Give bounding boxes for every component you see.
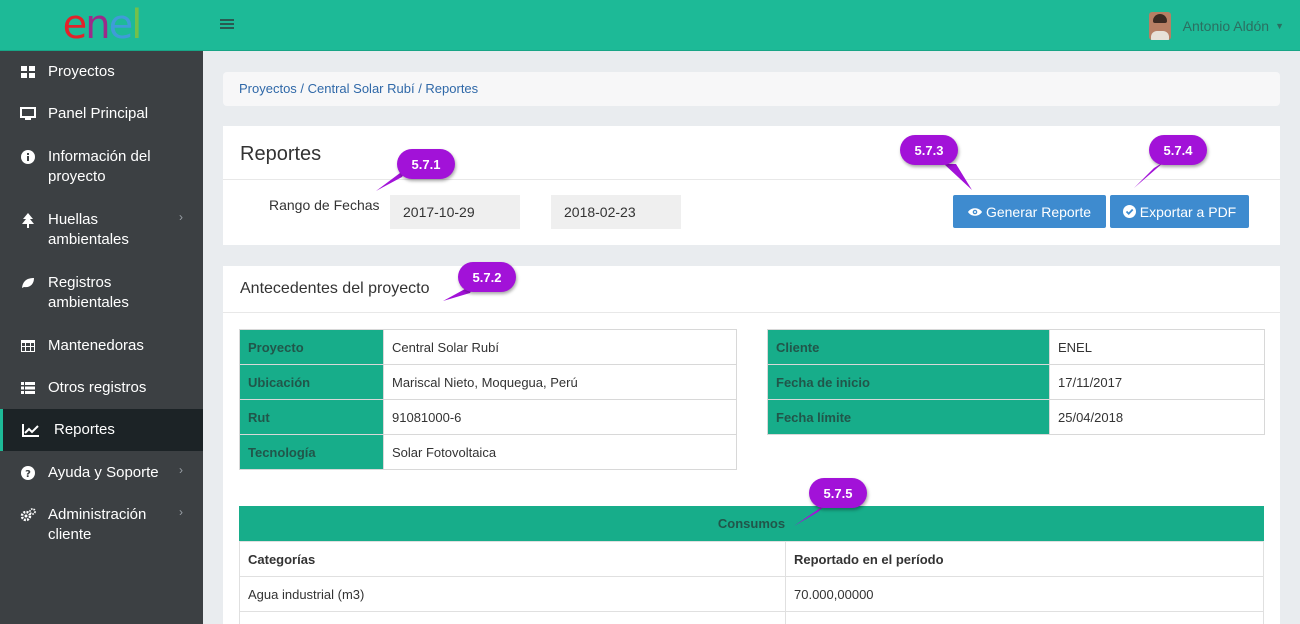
sidebar-item-label: Administración cliente [48, 506, 147, 543]
sidebar-item-label: Ayuda y Soporte [48, 464, 159, 481]
eye-icon [967, 207, 982, 217]
menu-toggle-icon[interactable] [220, 19, 234, 31]
check-circle-icon [1122, 205, 1136, 218]
sidebar-item-label: Registros ambientales [48, 274, 129, 311]
sidebar-item-registros[interactable]: Registros ambientales [0, 261, 203, 324]
table-row: Tecnología Solar Fotovoltaica [239, 434, 737, 470]
client-info-table: Cliente ENEL Fecha de inicio 17/11/2017 … [767, 329, 1265, 435]
info-value: 17/11/2017 [1049, 364, 1265, 400]
question-icon: ? [20, 465, 36, 481]
sidebar: enel Proyectos Panel Principal Informaci… [0, 0, 203, 624]
export-pdf-label: Exportar a PDF [1139, 203, 1237, 220]
info-key: Proyecto [239, 329, 384, 365]
leaf-icon [20, 275, 36, 291]
user-menu[interactable]: Antonio Aldón ▼ [1148, 12, 1284, 40]
date-from-input[interactable] [390, 195, 520, 229]
table-row [239, 611, 1264, 624]
info-value: 91081000-6 [383, 399, 737, 435]
table-row: Agua industrial (m3) 70.000,00000 [239, 576, 1264, 612]
info-key: Fecha de inicio [767, 364, 1050, 400]
table-cell [239, 611, 786, 624]
date-to-input[interactable] [551, 195, 681, 229]
table-icon [20, 338, 36, 354]
sidebar-item-informacion[interactable]: Información del proyecto [0, 135, 203, 198]
section-title: Antecedentes del proyecto [240, 280, 430, 297]
info-key: Fecha límite [767, 399, 1050, 435]
info-key: Ubicación [239, 364, 384, 400]
consumos-table: Categorías Reportado en el período Agua … [239, 541, 1264, 624]
project-info-table: Proyecto Central Solar Rubí Ubicación Ma… [239, 329, 737, 470]
monitor-icon [20, 106, 36, 122]
info-key: Rut [239, 399, 384, 435]
info-value: ENEL [1049, 329, 1265, 365]
info-value: Solar Fotovoltaica [383, 434, 737, 470]
callout-badge: 5.7.4 [1149, 135, 1207, 165]
table-row: Ubicación Mariscal Nieto, Moquegua, Perú [239, 364, 737, 400]
sidebar-item-huellas[interactable]: Huellas ambientales › [0, 198, 203, 261]
sidebar-item-label: Panel Principal [48, 105, 149, 122]
callout-badge: 5.7.5 [809, 478, 867, 508]
chevron-right-icon: › [179, 505, 183, 519]
callout-badge: 5.7.3 [900, 135, 958, 165]
table-row: Proyecto Central Solar Rubí [239, 329, 737, 365]
generate-report-button[interactable]: Generar Reporte [953, 195, 1106, 228]
sidebar-item-label: Otros registros [48, 379, 147, 396]
cogs-icon [20, 507, 36, 523]
sidebar-item-label: Huellas ambientales [48, 211, 129, 248]
info-value: Central Solar Rubí [383, 329, 737, 365]
sidebar-item-label: Reportes [54, 421, 115, 438]
info-value: Mariscal Nieto, Moquegua, Perú [383, 364, 737, 400]
caret-down-icon: ▼ [1275, 21, 1284, 31]
column-header: Reportado en el período [785, 541, 1264, 577]
breadcrumb[interactable]: Proyectos / Central Solar Rubí / Reporte… [223, 72, 1280, 106]
user-name: Antonio Aldón [1182, 18, 1270, 34]
logo-bar: enel [0, 0, 203, 51]
chevron-right-icon: › [179, 210, 183, 224]
line-chart-icon [22, 422, 40, 438]
sidebar-item-otros-registros[interactable]: Otros registros [0, 366, 203, 409]
consumos-header: Consumos [239, 506, 1264, 541]
sidebar-item-reportes[interactable]: Reportes [0, 409, 203, 451]
page-title: Reportes [240, 143, 322, 165]
table-cell: 70.000,00000 [785, 576, 1264, 612]
table-cell: Agua industrial (m3) [239, 576, 786, 612]
topbar: Antonio Aldón ▼ [203, 0, 1300, 51]
sidebar-item-administracion[interactable]: Administración cliente › [0, 493, 203, 556]
sidebar-item-label: Proyectos [48, 63, 115, 80]
svg-text:?: ? [25, 469, 31, 480]
info-key: Cliente [767, 329, 1050, 365]
info-icon [20, 149, 36, 165]
list-icon [20, 380, 36, 396]
info-key: Tecnología [239, 434, 384, 470]
table-row: Fecha de inicio 17/11/2017 [767, 364, 1265, 400]
sidebar-item-panel-principal[interactable]: Panel Principal [0, 93, 203, 135]
antecedentes-header: Antecedentes del proyecto [223, 266, 1280, 313]
sidebar-item-proyectos[interactable]: Proyectos [0, 51, 203, 93]
sidebar-item-mantenedoras[interactable]: Mantenedoras [0, 324, 203, 366]
antecedentes-panel: Antecedentes del proyecto Proyecto Centr… [223, 266, 1280, 624]
sidebar-item-label: Información del proyecto [48, 148, 151, 185]
info-value: 25/04/2018 [1049, 399, 1265, 435]
table-cell [785, 611, 1264, 624]
avatar [1148, 12, 1171, 40]
table-row: Fecha límite 25/04/2018 [767, 399, 1265, 435]
column-header: Categorías [239, 541, 786, 577]
sidebar-item-ayuda[interactable]: ? Ayuda y Soporte › [0, 451, 203, 493]
tree-icon [20, 212, 36, 228]
sidebar-item-label: Mantenedoras [48, 337, 144, 354]
callout-badge: 5.7.2 [458, 262, 516, 292]
generate-report-label: Generar Reporte [985, 203, 1092, 220]
table-row: Rut 91081000-6 [239, 399, 737, 435]
table-header-row: Categorías Reportado en el período [239, 541, 1264, 577]
date-range-label: Rango de Fechas [269, 197, 380, 213]
export-pdf-button[interactable]: Exportar a PDF [1110, 195, 1249, 228]
callout-badge: 5.7.1 [397, 149, 455, 179]
chevron-right-icon: › [179, 463, 183, 477]
enel-logo[interactable]: enel [63, 5, 143, 45]
table-row: Cliente ENEL [767, 329, 1265, 365]
grid-icon [20, 64, 36, 80]
